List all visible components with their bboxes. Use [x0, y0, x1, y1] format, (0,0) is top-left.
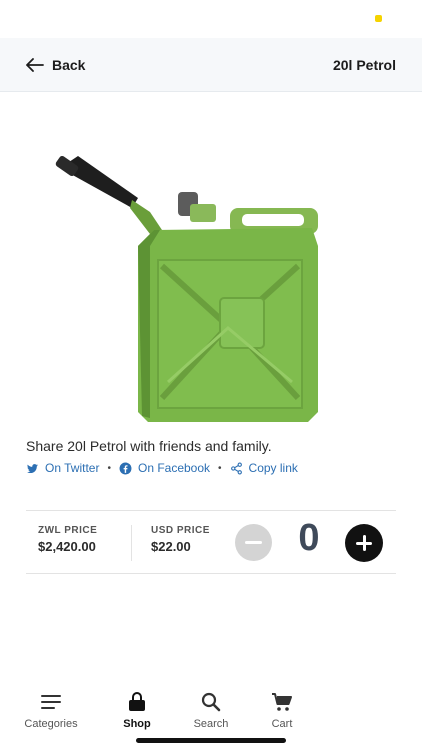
nav-label-cart: Cart [271, 718, 293, 730]
zwl-price-block: ZWL PRICE $2,420.00 [38, 525, 97, 554]
back-label: Back [52, 56, 86, 73]
search-icon [201, 692, 221, 712]
twitter-icon [27, 463, 38, 473]
nav-label-shop: Shop [123, 718, 151, 730]
price-divider [131, 525, 132, 561]
usd-price-label: USD PRICE [151, 525, 210, 536]
nav-item-shop[interactable]: Shop [97, 692, 177, 730]
shopping-bag-icon [129, 692, 145, 711]
decrease-quantity-button[interactable] [235, 524, 272, 561]
share-twitter-label: On Twitter [45, 461, 100, 475]
nav-item-categories[interactable]: Categories [11, 692, 91, 730]
share-separator: • [107, 462, 111, 474]
back-button[interactable]: Back [26, 57, 85, 73]
nav-label-categories: Categories [24, 718, 78, 730]
status-indicator-dot [375, 15, 382, 22]
share-separator: • [218, 462, 222, 474]
quantity-value: 0 [298, 517, 320, 559]
share-icon [230, 462, 242, 474]
usd-price-value: $22.00 [151, 539, 191, 554]
copy-link-button[interactable]: Copy link [230, 461, 298, 475]
home-indicator [136, 738, 286, 743]
arrow-left-icon [26, 57, 44, 72]
share-links: On Twitter • On Facebook • Copy link [26, 461, 298, 475]
nav-label-search: Search [193, 718, 229, 730]
price-panel: ZWL PRICE $2,420.00 USD PRICE $22.00 0 [26, 510, 396, 574]
nav-item-cart[interactable]: Cart [242, 692, 322, 730]
header: Back 20l Petrol [0, 38, 422, 92]
increase-quantity-button[interactable] [345, 524, 383, 562]
zwl-price-label: ZWL PRICE [38, 525, 98, 536]
status-bar [0, 0, 422, 38]
copy-link-label: Copy link [248, 461, 298, 475]
share-twitter-link[interactable]: On Twitter [26, 461, 99, 475]
facebook-icon [119, 462, 132, 474]
page-title: 20l Petrol [332, 56, 396, 73]
usd-price-block: USD PRICE $22.00 [151, 525, 210, 554]
menu-icon [41, 695, 61, 709]
cart-icon [272, 693, 292, 711]
jerry-can-image [55, 155, 318, 422]
zwl-price-value: $2,420.00 [38, 539, 96, 554]
nav-item-search[interactable]: Search [171, 692, 251, 730]
share-title: Share 20l Petrol with friends and family… [26, 438, 272, 454]
share-facebook-link[interactable]: On Facebook [119, 461, 210, 475]
share-facebook-label: On Facebook [137, 461, 211, 475]
